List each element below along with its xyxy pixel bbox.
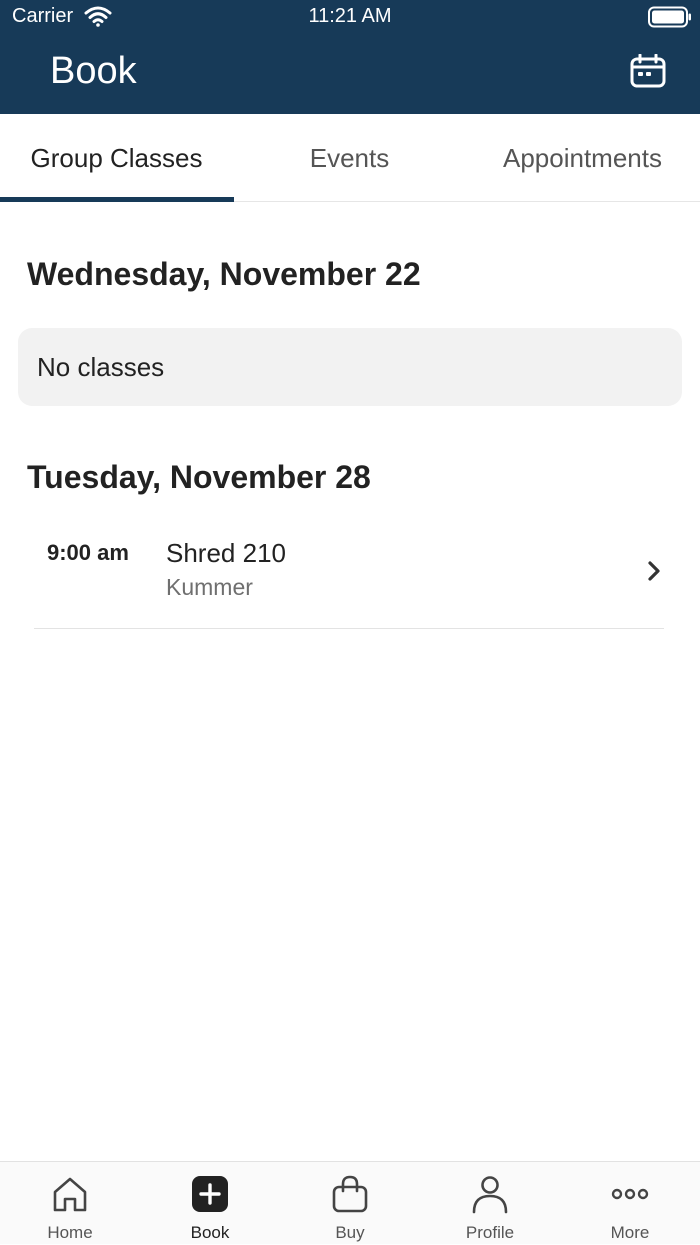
calendar-icon[interactable] — [630, 54, 666, 88]
class-instructor: Kummer — [166, 574, 253, 600]
tab-label: Group Classes — [30, 142, 203, 173]
tabbar-label: Buy — [335, 1223, 365, 1242]
battery-icon — [648, 6, 691, 28]
tabbar-label: Profile — [465, 1223, 515, 1242]
tab-label: Appointments — [503, 142, 662, 173]
shopping-bag-icon — [332, 1175, 368, 1213]
tabbar-item-profile[interactable]: Profile — [420, 1162, 560, 1245]
active-tab-indicator — [0, 197, 234, 202]
bottom-tab-bar: Home Book Buy Profile More — [0, 1161, 700, 1244]
day-heading: Tuesday, November 28 — [27, 459, 371, 495]
chevron-right-icon — [648, 561, 660, 581]
tabbar-item-book[interactable]: Book — [140, 1162, 280, 1245]
tabbar-item-more[interactable]: More — [560, 1162, 700, 1245]
status-time: 11:21 AM — [308, 5, 392, 27]
tab-label: Events — [309, 142, 390, 173]
tab-group-classes[interactable]: Group Classes — [0, 114, 233, 202]
tab-appointments[interactable]: Appointments — [466, 114, 699, 202]
tabbar-item-home[interactable]: Home — [0, 1162, 140, 1245]
no-classes-card: No classes — [18, 328, 682, 406]
tabbar-label: Book — [190, 1223, 230, 1242]
more-dots-icon — [611, 1188, 649, 1200]
class-list-item[interactable]: 9:00 am Shred 210 Kummer — [34, 520, 664, 629]
tab-events[interactable]: Events — [233, 114, 466, 202]
header: Carrier 11:21 AM Book — [0, 0, 700, 114]
segment-tabs: Group Classes Events Appointments — [0, 114, 700, 202]
plus-square-icon — [192, 1176, 228, 1212]
empty-state-text: No classes — [37, 351, 165, 382]
person-icon — [472, 1176, 508, 1214]
status-bar: Carrier 11:21 AM — [0, 0, 700, 34]
class-time: 9:00 am — [47, 540, 129, 565]
tabbar-label: More — [610, 1223, 650, 1242]
day-heading: Wednesday, November 22 — [27, 256, 421, 292]
home-icon — [53, 1177, 87, 1212]
tabbar-label: Home — [47, 1223, 93, 1242]
page-title: Book — [50, 50, 137, 92]
class-name: Shred 210 — [166, 538, 286, 568]
tabbar-item-buy[interactable]: Buy — [280, 1162, 420, 1245]
